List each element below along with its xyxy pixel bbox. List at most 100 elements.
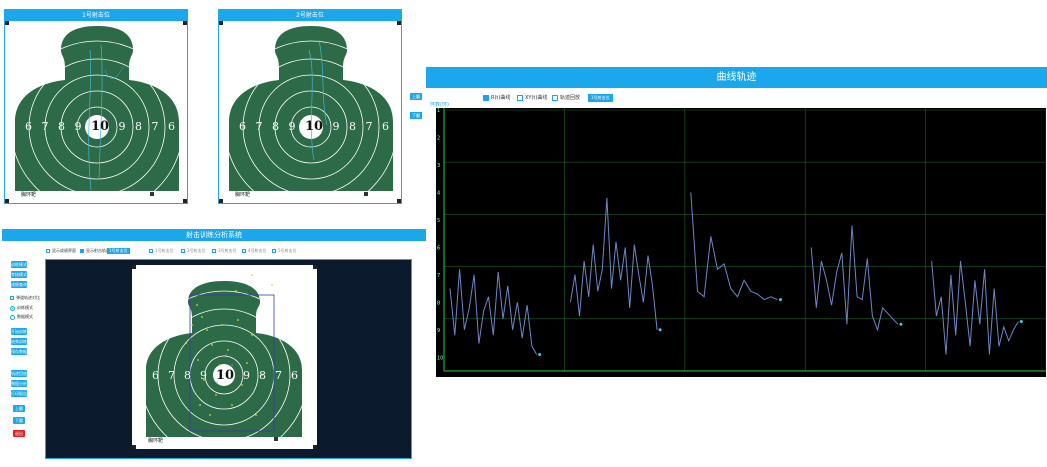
y-tick-label: 10 [437,355,443,361]
position-select[interactable]: 1号射击位 [107,248,130,254]
qr-logo-icon [364,192,368,196]
save-data-button[interactable]: 保存数据 [11,348,27,355]
checkbox-label: 3号射击位 [218,248,237,253]
radio-label: 训练模式 [17,305,33,310]
analysis-view: 6 7 8 9 10 9 8 7 6 胸环靶 [45,259,412,459]
position-checkbox-1[interactable]: 1号射击位 [149,248,174,254]
series-line [690,192,778,301]
ring-number: 6 [152,369,159,382]
checkbox-label: 1号射击位 [155,248,174,253]
target-caption: 胸环靶 [148,438,164,444]
position-checkbox-4[interactable]: 4号射击位 [242,248,267,254]
data-mode-radio[interactable]: 数据模式 [10,314,33,320]
ring-number: 7 [255,120,263,133]
target-panel-1: 1号射击位 6 7 8 9 10 9 8 7 6 胸环靶 [4,9,188,204]
print-report-button[interactable]: 打印报告 [11,390,27,397]
series-end-point [1019,320,1023,324]
rt-curve-chart: 1 2 3 4 5 6 7 8 9 10 [436,108,1046,377]
start-training-button[interactable]: 开始训练 [11,328,27,335]
ring-number: 9 [199,369,207,382]
ring-number: 9 [118,120,126,133]
ring-number: 10 [215,368,235,383]
page-down-button[interactable]: 下翻 [410,112,422,119]
ring-number: 6 [239,120,246,133]
qr-logo-icon [150,192,154,196]
curve-trajectory-panel: 曲线轨迹 R(t)曲线 XY(t)曲线 轨迹回放 1号射击位 环数(环) 1 2 3… [426,67,1047,467]
checkbox-icon [46,249,50,253]
exit-button[interactable]: 退出 [13,430,25,437]
checkbox-label: 5号射击位 [278,248,297,253]
checkbox-icon [149,249,153,253]
chest-ring-target [229,26,393,191]
checkbox-icon [80,249,84,253]
y-tick-label: 4 [437,190,440,196]
ring-number: 8 [135,120,142,133]
training-mode-button[interactable]: 训练模式 [11,261,27,268]
ballistic-compare-checkbox[interactable]: 弹道轨迹对比 [10,295,40,301]
ring-number: 8 [349,120,356,133]
y-tick-label: 3 [437,163,440,169]
series-line [569,197,658,330]
checkbox-icon [483,94,489,101]
series-end-point [658,328,662,332]
show-trajectory-checkbox[interactable]: 显示射击轨迹 [80,248,110,254]
ring-number: 8 [259,369,266,382]
training-mode-radio[interactable]: 训练模式 [10,305,33,311]
data-analysis-button[interactable]: 数据分析 [11,380,27,387]
ring-number: 6 [290,369,298,382]
qr-logo-icon [274,437,278,441]
page-down-button[interactable]: 下翻 [13,417,25,424]
series-end-point [778,298,782,302]
checkbox-label: XY(t)曲线 [525,95,548,101]
ring-number: 10 [90,119,110,134]
checkbox-icon [10,296,14,300]
show-score-checkbox[interactable]: 显示成绩界面 [46,248,76,254]
trajectory-replay-checkbox[interactable]: 轨迹回放 [552,94,580,102]
y-tick-label: 9 [437,328,440,334]
ring-number: 7 [274,369,282,382]
checkbox-icon [552,94,558,101]
position-checkbox-5[interactable]: 5号射击位 [272,248,297,254]
end-training-button[interactable]: 结束训练 [11,338,27,345]
ring-number: 7 [41,120,49,133]
target-caption: 胸环靶 [235,192,251,198]
exam-mode-button[interactable]: 考核模式 [11,271,27,278]
target-ring-numbers: 6 7 8 9 10 9 8 7 6 [239,119,389,134]
radio-label: 数据模式 [17,314,33,319]
y-tick-label: 2 [437,135,440,141]
page-up-button[interactable]: 上翻 [410,93,422,100]
ring-number: 7 [365,120,373,133]
checkbox-icon [272,249,276,253]
trajectory-replay-button[interactable]: 轨迹回放 [11,370,27,377]
rt-curve-checkbox[interactable]: R(t)曲线 [483,94,510,102]
checkbox-label: 4号射击位 [248,248,267,253]
series-end-point [899,322,903,326]
radio-icon [10,305,15,311]
y-tick-label: 1 [437,108,440,114]
series-line [931,261,1019,355]
series-end-point [538,353,542,357]
ring-number: 8 [271,120,279,133]
series-line [449,269,538,355]
y-tick-label: 8 [437,300,440,306]
ring-number: 7 [151,120,159,133]
system-title: 射击训练分析系统 [2,229,426,241]
y-tick-label: 6 [437,245,440,251]
page-up-button[interactable]: 上翻 [13,405,25,412]
ring-number: 9 [74,120,82,133]
checkbox-label: 弹道轨迹对比 [16,295,40,300]
curve-position-select[interactable]: 1号射击位 [588,94,613,102]
y-axis-label: 环数(环) [430,102,449,108]
checkbox-label: 显示成绩界面 [52,248,76,253]
score-query-button[interactable]: 成绩查询 [11,281,27,288]
analysis-system-panel: 射击训练分析系统 显示成绩界面 显示射击轨迹 1号射击位 1号射击位 2号射击位… [2,229,426,467]
position-checkbox-3[interactable]: 3号射击位 [212,248,237,254]
ring-number: 9 [288,120,296,133]
position-checkbox-2[interactable]: 2号射击位 [181,248,206,254]
position-select-value: 1号射击位 [107,248,130,254]
target-ring-numbers: 6 7 8 9 10 9 8 7 6 [25,119,175,134]
target-panel-2: 2号射击位 6 7 8 9 10 9 8 7 6 胸环靶 [218,9,402,204]
checkbox-label: 轨迹回放 [560,95,581,101]
ring-number: 6 [381,120,389,133]
xy-curve-checkbox[interactable]: XY(t)曲线 [517,94,547,102]
